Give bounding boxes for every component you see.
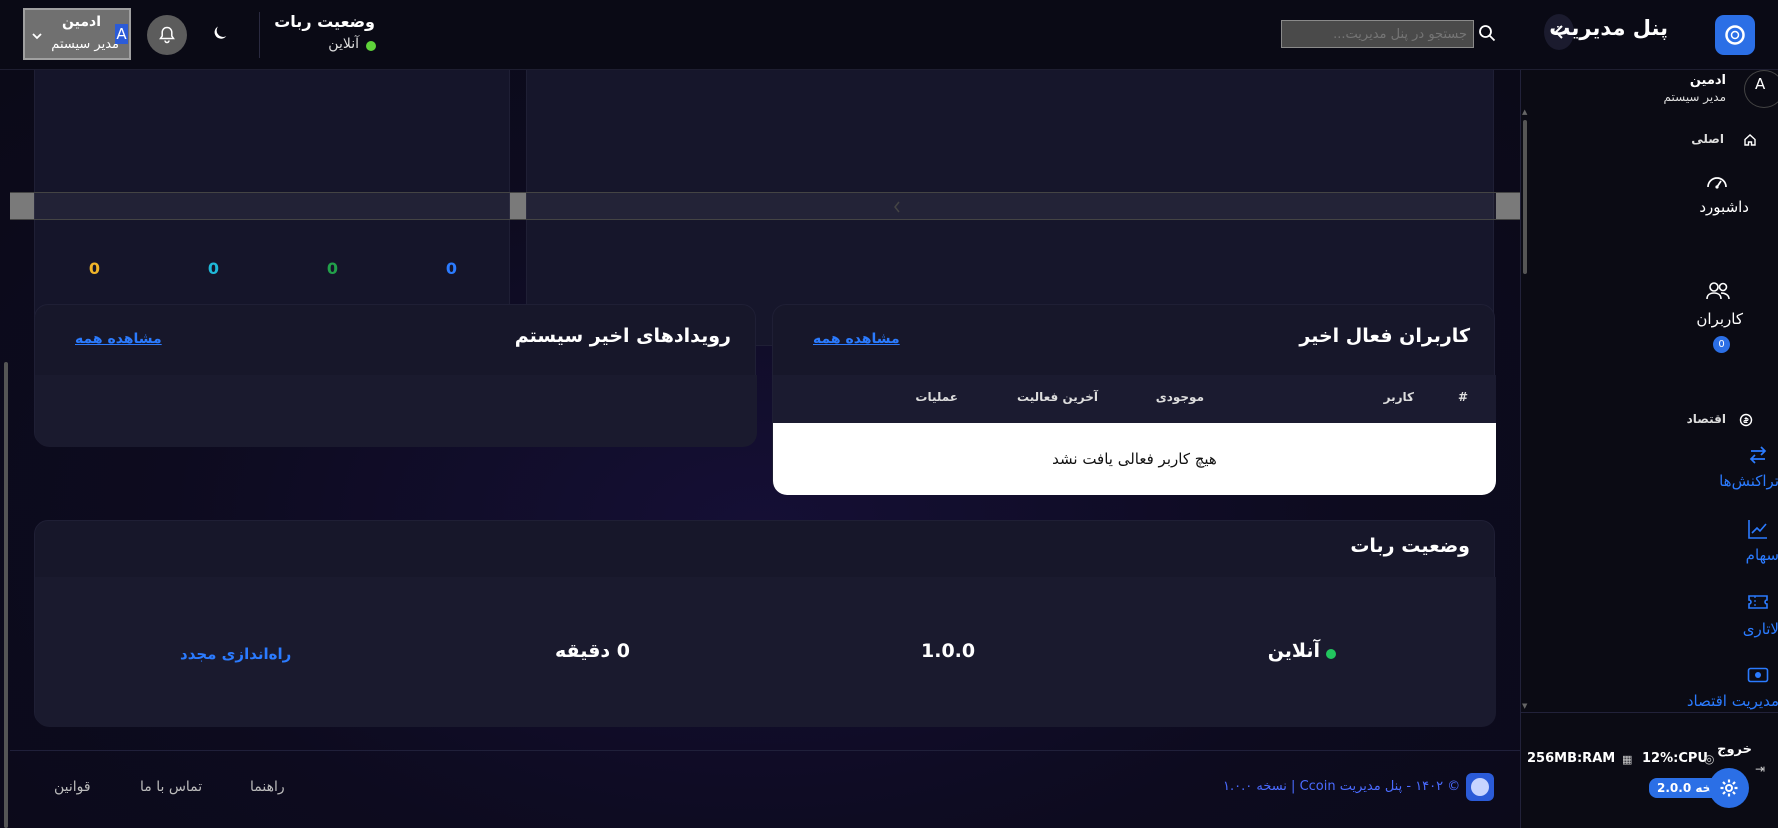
events-view-all-link[interactable]: مشاهده همه	[75, 331, 162, 347]
chevron-left-icon[interactable]	[892, 199, 902, 218]
empty-message: هیچ کاربر فعالی یافت نشد	[1052, 450, 1217, 468]
sidebar-item-transactions[interactable]: تراکنش‌ها	[1671, 444, 1778, 500]
chevron-down-icon	[30, 28, 44, 47]
cpu-icon: ◎	[1704, 752, 1715, 766]
logout-link[interactable]: خروج	[1717, 742, 1752, 757]
user-role: مدیر سیستم	[51, 37, 119, 52]
scroll-up-arrow-icon[interactable]: ▲	[1522, 108, 1527, 116]
sidebar-item-label: کاربران	[1696, 310, 1743, 328]
table-empty-row: هیچ کاربر فعالی یافت نشد	[773, 423, 1496, 495]
users-count-badge: 0	[1713, 336, 1730, 353]
stocks-chart-icon	[1747, 518, 1769, 544]
column-header-balance: موجودی	[1155, 390, 1204, 404]
footer-rules-link[interactable]: قوانین	[54, 779, 91, 795]
footer-logo-icon	[1471, 778, 1489, 796]
footer-copyright: © ۱۴۰۲ - پنل مدیریت Ccoin | نسخه ۱.۰.۰	[1223, 779, 1461, 794]
cpu-readout: 12%:CPU	[1642, 751, 1708, 766]
home-icon	[1743, 132, 1757, 151]
robot-status-title: وضعیت ربات	[1350, 535, 1470, 557]
logo-icon	[1724, 24, 1746, 50]
dashboard-gauge-icon	[1705, 170, 1729, 196]
sidebar-user-avatar: A	[1744, 70, 1778, 108]
scroll-left-button[interactable]	[10, 193, 34, 219]
robot-status-body: آنلاین 1.0.0 0 دقیقه راه‌اندازی مجدد	[35, 577, 1496, 727]
sidebar-item-label: داشبورد	[1699, 198, 1749, 216]
bell-icon	[159, 26, 175, 48]
sidebar-user-initial: A	[1755, 75, 1766, 93]
stat-value-4: 0	[445, 259, 458, 278]
search-input[interactable]	[1281, 20, 1474, 48]
active-users-card: کاربران فعال اخیر مشاهده همه # کاربر موج…	[772, 304, 1496, 495]
ram-readout: 256MB:RAM	[1527, 751, 1616, 766]
scroll-right-button[interactable]	[1496, 193, 1520, 219]
users-icon	[1705, 280, 1731, 306]
avatar: A	[115, 24, 128, 44]
brand-logo	[1715, 15, 1755, 55]
economy-coin-icon	[1739, 412, 1753, 431]
restart-button[interactable]: راه‌اندازی مجدد	[180, 645, 291, 663]
sidebar-item-label: تراکنش‌ها	[1719, 472, 1778, 490]
robot-uptime-value: 0 دقیقه	[555, 640, 630, 662]
sidebar-item-dashboard[interactable]: داشبورد	[1671, 170, 1771, 230]
lottery-ticket-icon	[1747, 592, 1769, 616]
sidebar-item-lottery[interactable]: لاتاری	[1671, 592, 1778, 648]
stat-value-3: 0	[326, 259, 339, 278]
active-users-view-all-link[interactable]: مشاهده همه	[813, 331, 900, 347]
user-name: ادمین	[62, 14, 101, 30]
sidebar-item-label: مدیریت اقتصاد	[1686, 692, 1778, 710]
robot-status-card: وضعیت ربات آنلاین 1.0.0 0 دقیقه راه‌اندا…	[34, 520, 1496, 727]
recent-events-title: رویدادهای اخیر سیستم	[514, 325, 731, 347]
sidebar-item-label: لاتاری	[1742, 620, 1778, 638]
top-bar: ادمین مدیر سیستم A وضعیت ربات آنلاین پنل…	[0, 0, 1778, 70]
user-menu-button[interactable]: ادمین مدیر سیستم A	[23, 8, 131, 60]
stat-value-2: 0	[207, 259, 220, 278]
top-bar-divider	[259, 12, 260, 58]
table-header: # کاربر موجودی آخرین فعالیت عملیات	[773, 375, 1496, 423]
search-icon[interactable]	[1478, 24, 1496, 46]
bot-status-title: وضعیت ربات	[274, 12, 375, 31]
left-scrollbar-thumb[interactable]	[4, 362, 8, 828]
footer-contact-link[interactable]: تماس با ما	[140, 779, 202, 795]
sidebar-item-stocks[interactable]: سهام	[1671, 518, 1778, 574]
events-body	[35, 375, 757, 447]
gear-icon	[1719, 778, 1739, 802]
footer: قوانین تماس با ما راهنما © ۱۴۰۲ - پنل مد…	[10, 750, 1520, 828]
robot-status-value: آنلاین	[1267, 640, 1320, 662]
sidebar-scrollbar-thumb[interactable]	[1523, 120, 1527, 274]
section-main-label: اصلی	[1691, 132, 1724, 146]
footer-logo	[1466, 773, 1494, 801]
sidebar-item-economy-management[interactable]: مدیریت اقتصاد	[1661, 666, 1778, 722]
footer-guide-link[interactable]: راهنما	[250, 779, 285, 795]
bot-status-value: آنلاین	[328, 36, 359, 52]
scroll-thumb[interactable]	[510, 193, 526, 219]
settings-fab-button[interactable]	[1709, 768, 1749, 808]
money-icon	[1747, 666, 1769, 688]
section-economy-label: اقتصاد	[1686, 412, 1726, 426]
sidebar-item-users[interactable]: کاربران 0	[1671, 280, 1771, 360]
theme-toggle-moon-icon[interactable]	[212, 24, 230, 46]
main-content: 0 0 0 0 رویدادهای اخیر سیستم مشاهده همه …	[0, 70, 1520, 828]
column-header-last-activity: آخرین فعالیت	[1017, 390, 1098, 404]
online-dot	[366, 41, 376, 51]
memory-icon: ▦	[1622, 753, 1633, 766]
column-header-index: #	[1457, 390, 1468, 404]
column-header-actions: عملیات	[915, 390, 958, 404]
active-users-title: کاربران فعال اخیر	[1299, 325, 1470, 347]
scroll-down-arrow-icon[interactable]: ▼	[1522, 702, 1527, 710]
sidebar-footer-divider	[1521, 712, 1778, 713]
column-header-user: کاربر	[1383, 390, 1414, 404]
robot-version-value: 1.0.0	[921, 640, 976, 662]
transactions-arrows-icon	[1747, 444, 1769, 470]
sidebar-item-label: سهام	[1745, 546, 1778, 564]
brand-title: پنل مدیریت	[1549, 16, 1668, 40]
horizontal-scrollbar[interactable]	[10, 192, 1520, 220]
stat-value-1: 0	[88, 259, 101, 278]
logout-icon[interactable]: ⇥	[1755, 762, 1765, 776]
notification-button[interactable]	[147, 15, 187, 55]
status-online-dot	[1326, 649, 1336, 659]
recent-events-card: رویدادهای اخیر سیستم مشاهده همه	[34, 304, 757, 447]
sidebar-user-name: ادمین	[1689, 73, 1726, 88]
sidebar-user-role: مدیر سیستم	[1663, 90, 1727, 104]
sidebar: A ادمین مدیر سیستم اصلی داشبورد کاربران …	[1520, 70, 1778, 828]
